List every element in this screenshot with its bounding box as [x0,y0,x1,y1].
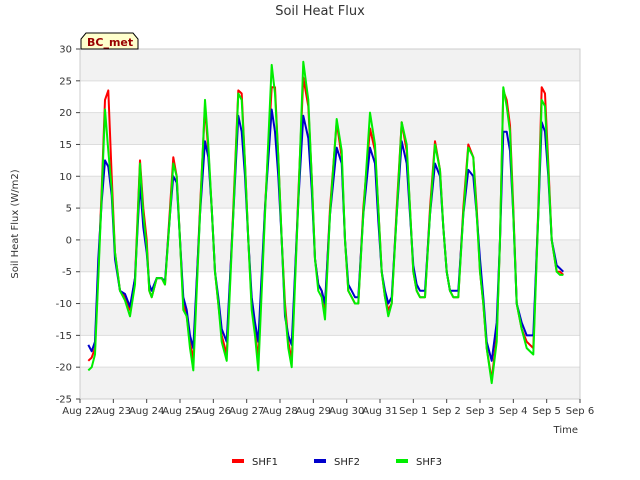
x-tick-label: Aug 29 [296,406,331,417]
x-tick-label: Sep 4 [499,406,527,417]
x-tick-label: Aug 28 [262,406,297,417]
grid-band [80,239,580,272]
y-tick-label: 30 [59,45,72,56]
y-axis-ticks: -25 -20 -15 -10 -5 0 5 10 15 20 25 30 [56,45,80,406]
x-tick-label: Sep 5 [532,406,560,417]
x-axis-label: Time [553,425,578,436]
x-tick-label: Aug 23 [96,406,131,417]
x-tick-label: Sep 6 [566,406,594,417]
x-tick-label: Sep 2 [432,406,460,417]
x-tick-label: Sep 1 [399,406,427,417]
grid-band [80,112,580,145]
legend-swatch-shf3 [396,459,408,463]
y-tick-label: 10 [59,172,72,183]
soil-heat-flux-chart: -25-20-15-10-5051015202530 Aug 22Aug 23A… [10,4,594,468]
x-tick-label: Sep 3 [466,406,494,417]
grid-band [80,367,580,399]
x-tick-label: Aug 31 [362,406,397,417]
y-tick-label: -10 [56,299,72,310]
y-axis-label: Soil Heat Flux (W/m2) [10,169,21,278]
legend-label-shf3: SHF3 [416,457,442,468]
x-tick-label: Aug 27 [229,406,264,417]
x-tick-label: Aug 22 [62,406,97,417]
legend-label-shf2: SHF2 [334,457,360,468]
grid-band [80,49,580,81]
x-tick-label: Aug 26 [196,406,231,417]
y-tick-label: 0 [66,235,72,246]
x-tick-label: Aug 30 [329,406,364,417]
grid-band [80,303,580,336]
site-badge-label: BC_met [87,36,133,49]
y-tick-label: -5 [62,267,72,278]
y-tick-label: -15 [56,331,72,342]
site-badge: BC_met [80,32,139,50]
x-tick-label: Aug 24 [129,406,164,417]
legend-label-shf1: SHF1 [252,457,278,468]
y-tick-label: 15 [59,140,72,151]
chart-title: Soil Heat Flux [275,4,365,19]
x-axis-ticks: Aug 22Aug 23Aug 24Aug 25Aug 26Aug 27Aug … [62,399,594,417]
legend-swatch-shf1 [232,459,244,463]
y-tick-label: 25 [59,76,72,87]
y-tick-label: 20 [59,108,72,119]
legend: SHF1 SHF2 SHF3 [232,457,442,468]
y-tick-label: -25 [56,395,72,406]
y-tick-label: -20 [56,363,72,374]
legend-swatch-shf2 [314,459,326,463]
y-tick-label: 5 [66,204,72,215]
x-tick-label: Aug 25 [162,406,197,417]
